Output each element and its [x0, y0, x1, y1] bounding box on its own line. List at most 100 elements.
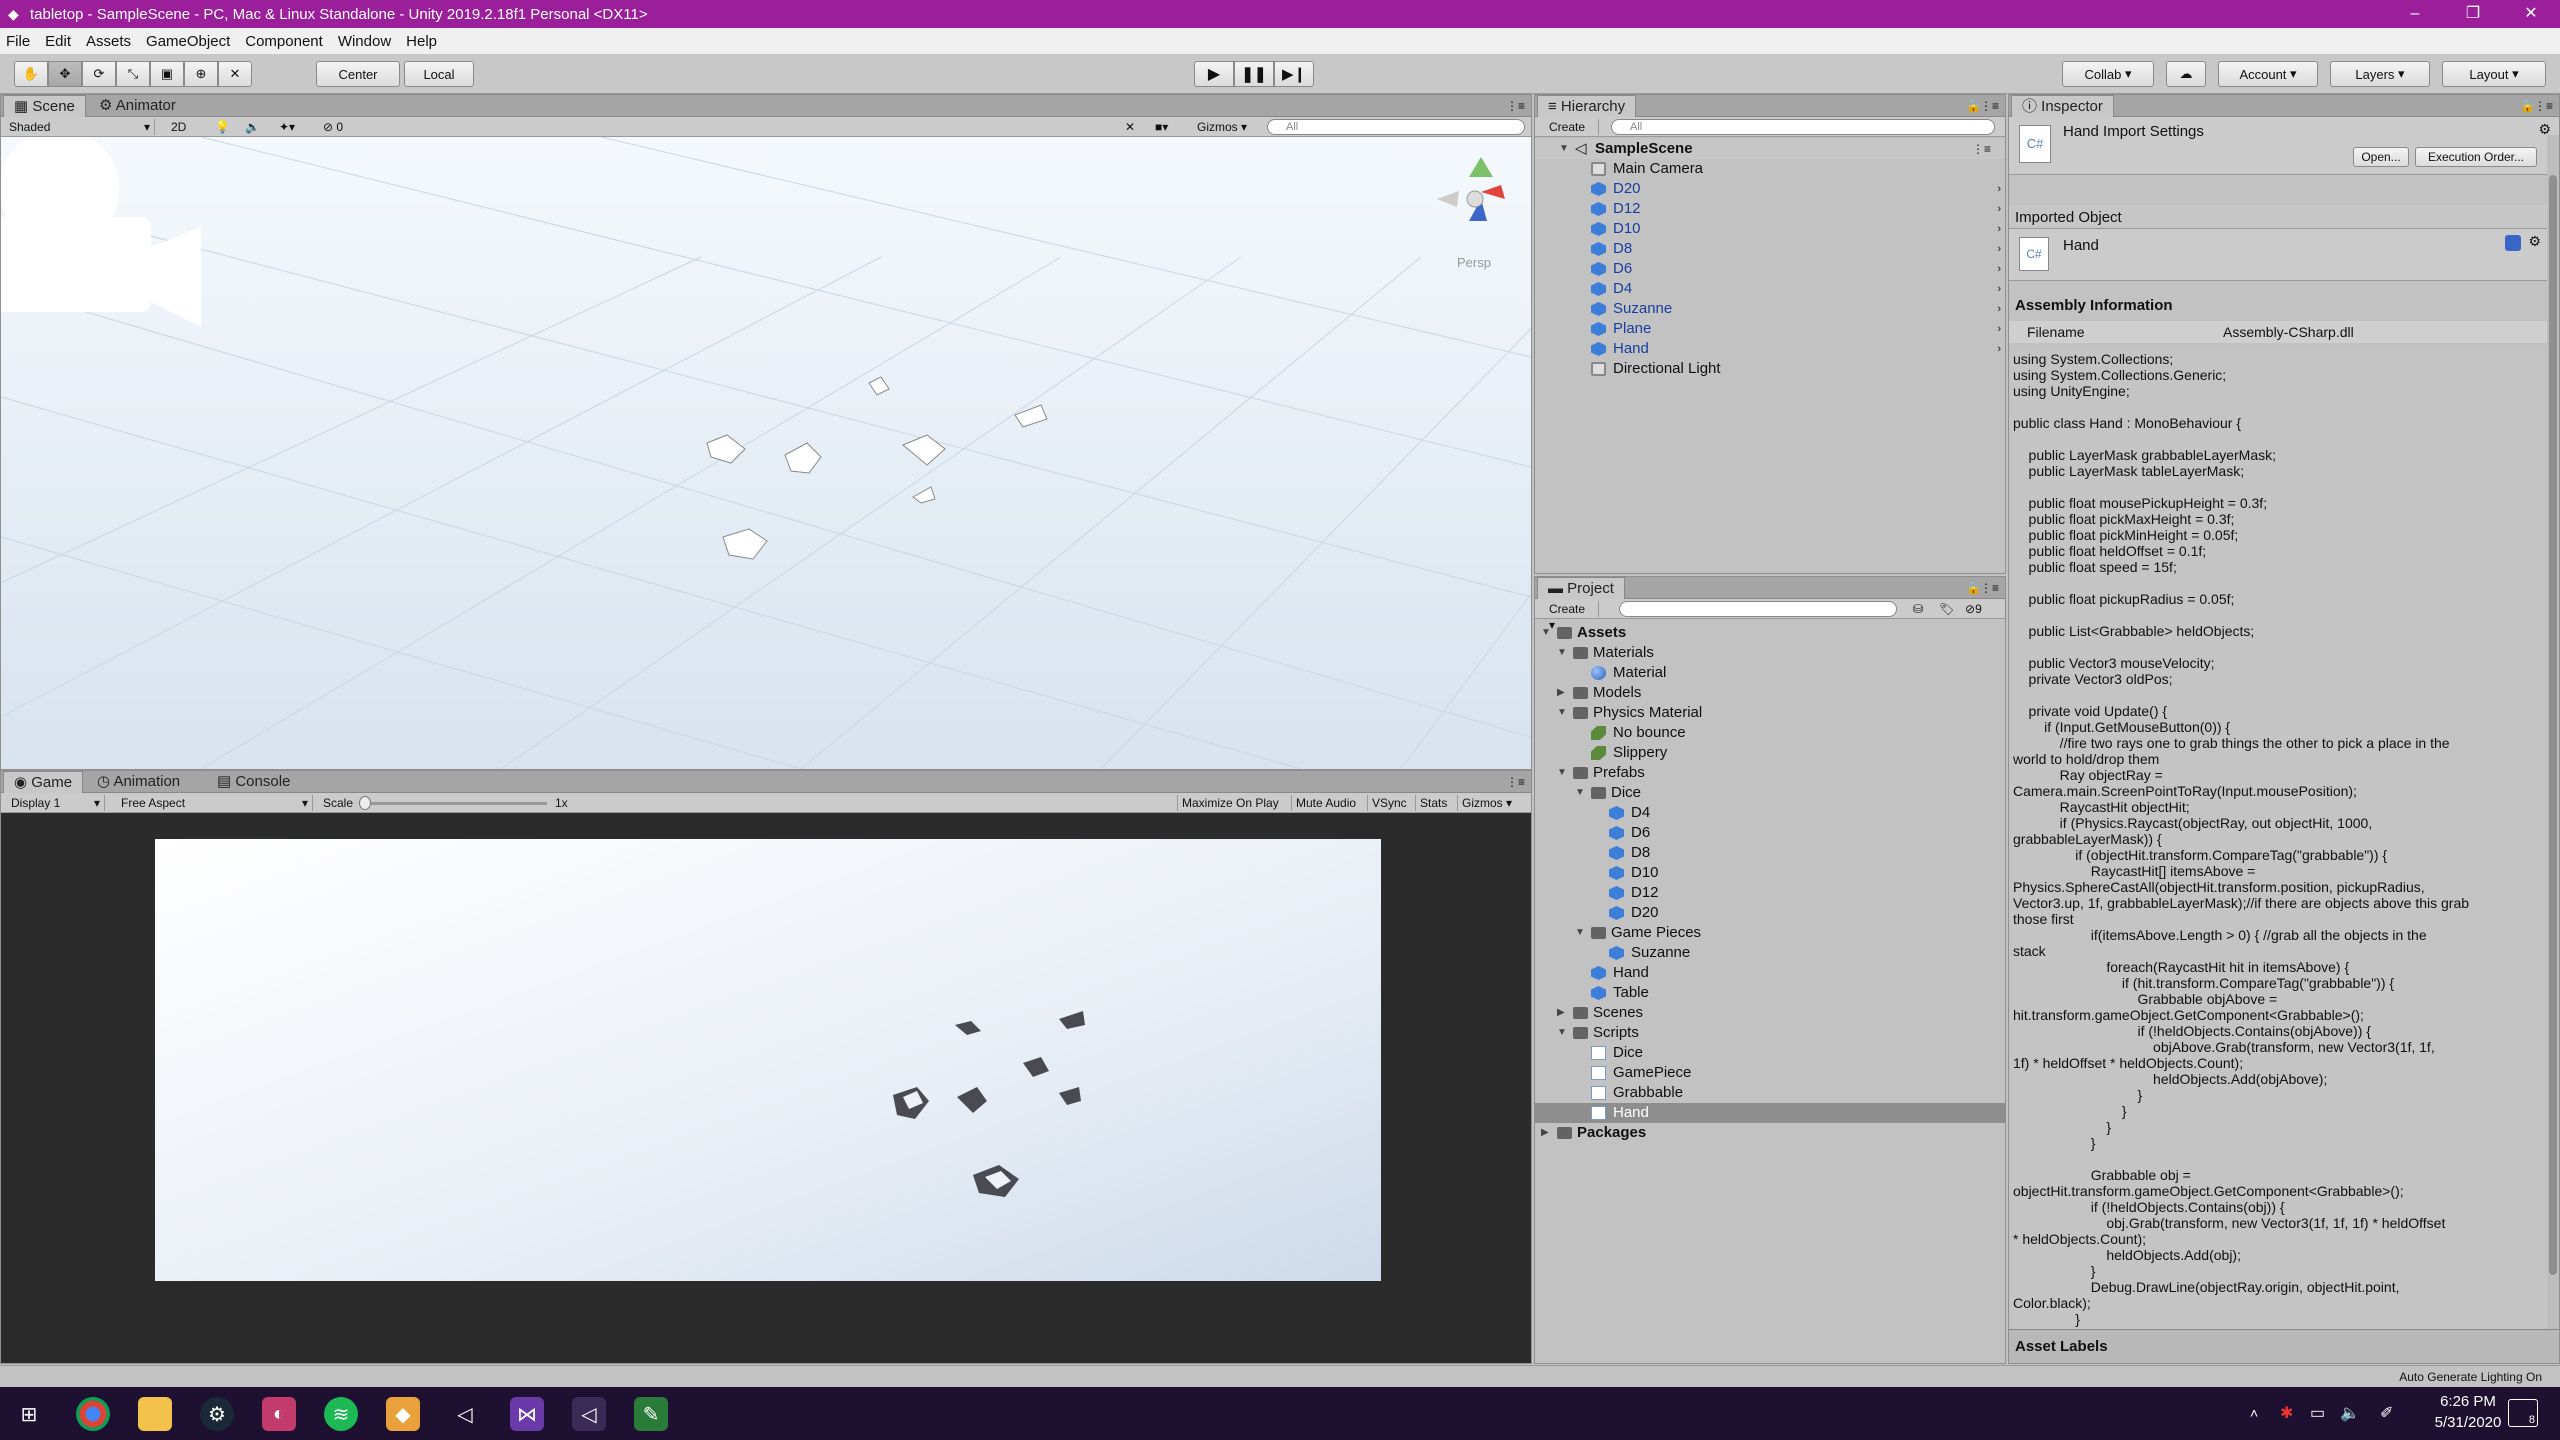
folder-packages[interactable]: ▶ Packages	[1535, 1123, 2005, 1143]
filter-label-icon[interactable]: 🏷	[1935, 601, 1958, 617]
hierarchy-item-d4[interactable]: D4 ›	[1535, 279, 2005, 299]
menu-assets[interactable]: Assets	[86, 33, 131, 50]
steam-icon[interactable]: ⚙	[200, 1397, 234, 1431]
hierarchy-menu-icon[interactable]: ⋮≡	[1980, 95, 1999, 117]
layout-dropdown[interactable]: Layout ▾	[2442, 61, 2546, 87]
inspector-lock-icon[interactable]: 🔒	[2520, 95, 2535, 117]
open-prefab-icon[interactable]: ›	[1997, 179, 2001, 199]
expand-arrow-icon[interactable]: ▼	[1557, 1023, 1569, 1043]
collab-dropdown[interactable]: Collab ▾	[2062, 61, 2154, 87]
folder-materials[interactable]: ▼ Materials	[1535, 643, 2005, 663]
tab-game[interactable]: ◉ Game	[3, 771, 84, 793]
collapse-arrow-icon[interactable]: ▶	[1557, 1003, 1569, 1023]
tab-animation[interactable]: ◷ Animation	[87, 771, 190, 793]
unity-editor-icon[interactable]: ◁	[572, 1397, 606, 1431]
hierarchy-item-suzanne[interactable]: Suzanne ›	[1535, 299, 2005, 319]
hierarchy-item-directional-light[interactable]: Directional Light	[1535, 359, 2005, 379]
vsync-toggle[interactable]: VSync	[1367, 795, 1411, 811]
hand-tool-icon[interactable]: ✋	[14, 61, 48, 87]
tab-inspector[interactable]: ⓘ Inspector	[2011, 95, 2114, 117]
asset-prefab-d20[interactable]: D20	[1535, 903, 2005, 923]
tray-app-icon[interactable]: ✱	[2280, 1403, 2293, 1423]
rotate-tool-icon[interactable]: ⟳	[82, 61, 116, 87]
game-gizmos-dropdown[interactable]: Gizmos ▾	[1457, 795, 1516, 811]
rect-tool-icon[interactable]: ▣	[150, 61, 184, 87]
hierarchy-item-d8[interactable]: D8 ›	[1535, 239, 2005, 259]
hierarchy-item-plane[interactable]: Plane ›	[1535, 319, 2005, 339]
folder-assets[interactable]: ▼ Assets	[1535, 623, 2005, 643]
layers-dropdown[interactable]: Layers ▾	[2330, 61, 2430, 87]
hierarchy-item-d10[interactable]: D10 ›	[1535, 219, 2005, 239]
expand-arrow-icon[interactable]: ▼	[1575, 783, 1587, 803]
game-view[interactable]	[155, 839, 1381, 1281]
pivot-local-button[interactable]: Local	[404, 61, 474, 87]
panel-menu-icon[interactable]: ⋮≡	[1506, 95, 1525, 117]
notepad-icon[interactable]: ✎	[634, 1397, 668, 1431]
custom-tool-icon[interactable]: ✕	[218, 61, 252, 87]
hierarchy-item-d20[interactable]: D20 ›	[1535, 179, 2005, 199]
open-prefab-icon[interactable]: ›	[1997, 319, 2001, 339]
network-icon[interactable]: ▭	[2310, 1403, 2325, 1423]
expand-arrow-icon[interactable]: ▼	[1559, 139, 1571, 159]
tab-project[interactable]: ▬ Project	[1537, 577, 1625, 599]
folder-game-pieces[interactable]: ▼ Game Pieces	[1535, 923, 2005, 943]
cloud-button[interactable]: ☁	[2166, 61, 2206, 87]
scene-gizmos-dropdown[interactable]: Gizmos ▾	[1193, 119, 1251, 135]
pause-button[interactable]: ❚❚	[1234, 61, 1274, 87]
scene-menu-icon[interactable]: ⋮≡	[1972, 139, 1991, 159]
menu-gameobject[interactable]: GameObject	[146, 33, 230, 50]
asset-prefab-d8[interactable]: D8	[1535, 843, 2005, 863]
menu-component[interactable]: Component	[245, 33, 323, 50]
mode-2d-toggle[interactable]: 2D	[167, 119, 193, 135]
menu-window[interactable]: Window	[338, 33, 391, 50]
open-prefab-icon[interactable]: ›	[1997, 219, 2001, 239]
collapse-arrow-icon[interactable]: ▶	[1557, 683, 1569, 703]
maximize-on-play-toggle[interactable]: Maximize On Play	[1177, 795, 1283, 811]
tab-hierarchy[interactable]: ≡ Hierarchy	[1537, 95, 1637, 117]
hierarchy-lock-icon[interactable]: 🔒	[1966, 95, 1981, 117]
audio-icon[interactable]: 🔈	[241, 119, 264, 135]
asset-no-bounce[interactable]: No bounce	[1535, 723, 2005, 743]
scene-search-input[interactable]: All	[1267, 119, 1525, 135]
open-prefab-icon[interactable]: ›	[1997, 239, 2001, 259]
folder-dice[interactable]: ▼ Dice	[1535, 783, 2005, 803]
asset-prefab-suzanne[interactable]: Suzanne	[1535, 943, 2005, 963]
open-prefab-icon[interactable]: ›	[1997, 339, 2001, 359]
account-dropdown[interactable]: Account ▾	[2218, 61, 2318, 87]
step-button[interactable]: ▶❙	[1274, 61, 1314, 87]
asset-script-dice[interactable]: Dice	[1535, 1043, 2005, 1063]
asset-prefab-table[interactable]: Table	[1535, 983, 2005, 1003]
inspector-scrollbar-thumb[interactable]	[2549, 175, 2557, 1275]
open-prefab-icon[interactable]: ›	[1997, 259, 2001, 279]
effects-icon[interactable]: ✦▾	[275, 119, 299, 135]
asset-script-gamepiece[interactable]: GamePiece	[1535, 1063, 2005, 1083]
pen-icon[interactable]: ✐	[2380, 1403, 2393, 1423]
expand-arrow-icon[interactable]: ▼	[1557, 763, 1569, 783]
menu-file[interactable]: File	[6, 33, 30, 50]
menu-edit[interactable]: Edit	[45, 33, 71, 50]
hierarchy-item-d12[interactable]: D12 ›	[1535, 199, 2005, 219]
game-panel-menu-icon[interactable]: ⋮≡	[1506, 771, 1525, 793]
clock-date[interactable]: 5/31/2020	[2418, 1414, 2518, 1431]
hidden-packages-toggle[interactable]: ⊘9	[1961, 601, 1986, 617]
tab-animator[interactable]: ⚙ Animator	[89, 95, 186, 117]
asset-material[interactable]: Material	[1535, 663, 2005, 683]
volume-icon[interactable]: 🔈	[2340, 1403, 2360, 1423]
folder-physics-material[interactable]: ▼ Physics Material	[1535, 703, 2005, 723]
project-create-dropdown[interactable]: Create ▾	[1545, 601, 1599, 632]
project-menu-icon[interactable]: ⋮≡	[1980, 577, 1999, 599]
execution-order-button[interactable]: Execution Order...	[2415, 147, 2537, 167]
tab-scene[interactable]: ▦ Scene	[3, 95, 86, 117]
hidden-objects-toggle[interactable]: ⊘ 0	[319, 119, 347, 135]
folder-prefabs[interactable]: ▼ Prefabs	[1535, 763, 2005, 783]
inspector-scrollbar[interactable]	[2547, 135, 2559, 1331]
hierarchy-item-main-camera[interactable]: Main Camera	[1535, 159, 2005, 179]
asset-script-hand-selected[interactable]: Hand	[1535, 1103, 2005, 1123]
open-prefab-icon[interactable]: ›	[1997, 199, 2001, 219]
open-prefab-icon[interactable]: ›	[1997, 279, 2001, 299]
scene-viewport[interactable]: Persp	[1, 137, 1531, 769]
project-search-input[interactable]	[1619, 601, 1897, 617]
scale-slider-handle[interactable]	[359, 796, 371, 810]
folder-models[interactable]: ▶ Models	[1535, 683, 2005, 703]
maximize-button[interactable]: ❐	[2444, 0, 2502, 28]
